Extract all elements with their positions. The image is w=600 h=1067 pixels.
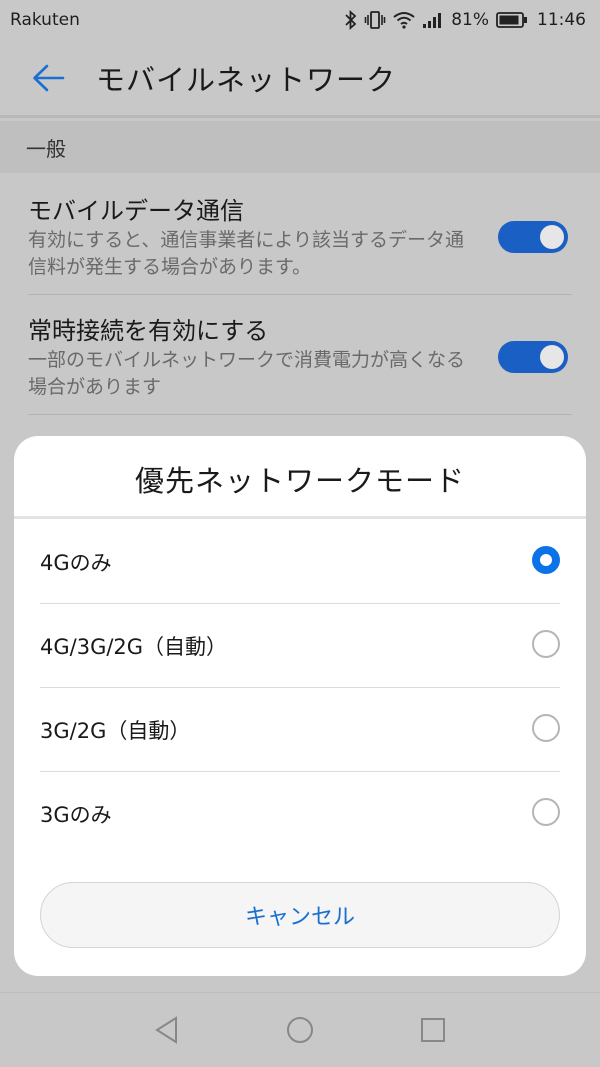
app-header: モバイルネットワーク	[0, 40, 600, 118]
network-mode-dialog: 優先ネットワークモード 4Gのみ 4G/3G/2G（自動） 3G/2G（自動） …	[14, 436, 586, 976]
signal-icon	[422, 11, 444, 29]
setting-description: 有効にすると、通信事業者により該当するデータ通信料が発生する場合があります。	[28, 229, 465, 278]
setting-title: モバイルデータ通信	[28, 197, 244, 225]
option-4g-only[interactable]: 4Gのみ	[40, 520, 560, 604]
dialog-divider	[14, 516, 586, 519]
option-label: 4G/3G/2G（自動）	[40, 635, 228, 659]
carrier-label: Rakuten	[10, 10, 80, 30]
option-label: 3Gのみ	[40, 803, 112, 827]
navigation-bar	[0, 992, 600, 1067]
setting-always-on[interactable]: 常時接続を有効にする 一部のモバイルネットワークで消費電力が高くなる場合がありま…	[0, 295, 600, 415]
wifi-icon	[393, 11, 415, 29]
radio-unselected[interactable]	[532, 630, 560, 658]
clock: 11:46	[537, 10, 586, 30]
toggle-knob	[540, 225, 564, 249]
radio-unselected[interactable]	[532, 714, 560, 742]
option-4g-3g-2g-auto[interactable]: 4G/3G/2G（自動）	[40, 604, 560, 688]
option-3g-only[interactable]: 3Gのみ	[40, 772, 560, 856]
vibrate-icon	[364, 10, 386, 30]
cancel-button[interactable]: キャンセル	[40, 882, 560, 948]
battery-icon	[496, 12, 528, 28]
always-on-toggle[interactable]	[498, 341, 568, 373]
back-arrow-icon[interactable]	[0, 39, 96, 117]
dialog-title: 優先ネットワークモード	[134, 464, 465, 498]
mobile-data-toggle[interactable]	[498, 221, 568, 253]
radio-selected[interactable]	[532, 546, 560, 574]
section-label: 一般	[26, 136, 66, 161]
setting-title: 常時接続を有効にする	[28, 317, 269, 345]
setting-mobile-data[interactable]: モバイルデータ通信 有効にすると、通信事業者により該当するデータ通信料が発生する…	[0, 175, 600, 295]
battery-percent: 81%	[451, 10, 489, 30]
status-bar: Rakuten 81% 11:46	[0, 0, 600, 40]
nav-home-icon[interactable]	[285, 1015, 315, 1045]
nav-back-icon[interactable]	[152, 1015, 182, 1045]
divider	[28, 414, 572, 415]
option-label: 3G/2G（自動）	[40, 719, 191, 743]
page-title: モバイルネットワーク	[96, 62, 397, 97]
radio-unselected[interactable]	[532, 798, 560, 826]
bluetooth-icon	[345, 10, 357, 30]
option-3g-2g-auto[interactable]: 3G/2G（自動）	[40, 688, 560, 772]
nav-recents-icon[interactable]	[418, 1015, 448, 1045]
option-label: 4Gのみ	[40, 551, 112, 575]
setting-description: 一部のモバイルネットワークで消費電力が高くなる場合があります	[28, 349, 466, 398]
status-icons: 81% 11:46	[345, 10, 586, 30]
section-header: 一般	[0, 121, 600, 173]
toggle-knob	[540, 345, 564, 369]
